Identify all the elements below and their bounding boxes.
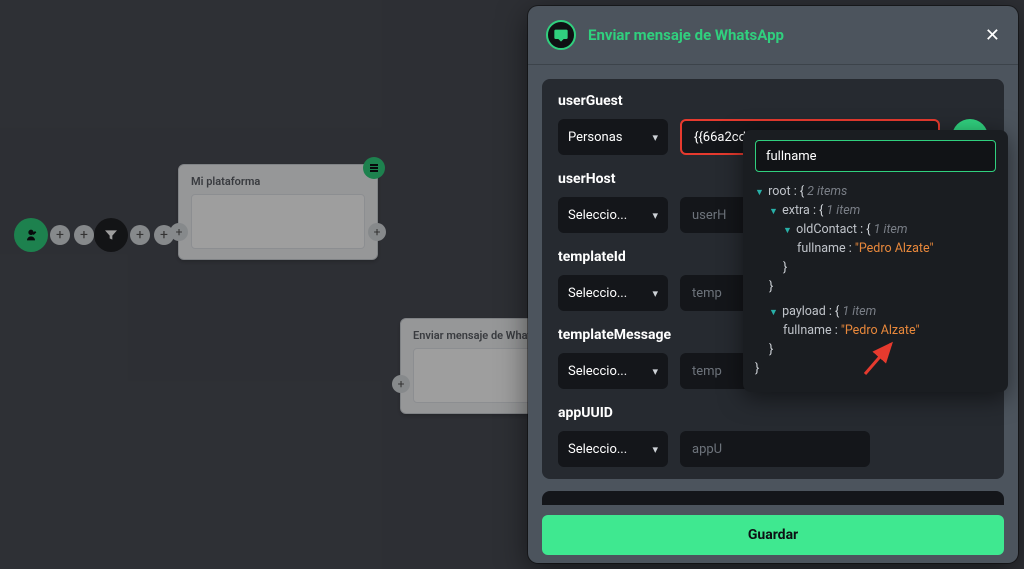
- save-button[interactable]: Guardar: [542, 515, 1004, 555]
- tree-row[interactable]: ▼ extra : { 1 item: [755, 201, 996, 220]
- select-value: Seleccio...: [568, 208, 627, 223]
- node-port-out[interactable]: +: [368, 223, 386, 241]
- select-value: Seleccio...: [568, 286, 627, 301]
- node-badge: [363, 157, 385, 179]
- select-value: Seleccio...: [568, 364, 627, 379]
- select-userguest[interactable]: Personas ▾: [558, 119, 668, 155]
- chevron-down-icon: ▾: [652, 443, 658, 456]
- tree-brace: }: [755, 359, 996, 378]
- node-body: [191, 194, 365, 249]
- select-templatemessage[interactable]: Seleccio... ▾: [558, 353, 668, 389]
- chevron-down-icon: ▾: [652, 209, 658, 222]
- tree-brace: }: [755, 258, 996, 277]
- tree-row[interactable]: ▼ oldContact : { 1 item: [755, 220, 996, 239]
- tree-row[interactable]: ▼ payload : { 1 item: [755, 302, 996, 321]
- add-connector[interactable]: +: [50, 225, 70, 245]
- select-value: Seleccio...: [568, 442, 627, 457]
- label-userguest: userGuest: [558, 93, 988, 109]
- select-appuuid[interactable]: Seleccio... ▾: [558, 431, 668, 467]
- panel-body: userGuest Personas ▾ userHost Seleccio..…: [528, 65, 1018, 505]
- config-panel: Enviar mensaje de WhatsApp ✕ userGuest P…: [528, 6, 1018, 563]
- node-card-platform[interactable]: Mi plataforma + +: [178, 164, 378, 260]
- template-params-block: templateParams +: [542, 491, 1004, 505]
- input-appuuid[interactable]: [680, 431, 870, 467]
- tree-row[interactable]: ▼ root : { 2 items: [755, 182, 996, 201]
- select-userhost[interactable]: Seleccio... ▾: [558, 197, 668, 233]
- node-port-in[interactable]: +: [170, 223, 188, 241]
- chevron-down-icon: ▾: [652, 287, 658, 300]
- filter-node[interactable]: [94, 218, 128, 252]
- chevron-down-icon: ▾: [652, 131, 658, 144]
- panel-header: Enviar mensaje de WhatsApp ✕: [528, 6, 1018, 65]
- node-port-in[interactable]: +: [392, 375, 410, 393]
- close-button[interactable]: ✕: [985, 25, 1000, 46]
- node-title: Mi plataforma: [191, 175, 365, 188]
- variable-picker-popup: ▼ root : { 2 items ▼ extra : { 1 item ▼ …: [743, 130, 1008, 392]
- start-node[interactable]: [14, 218, 48, 252]
- add-connector[interactable]: +: [74, 225, 94, 245]
- panel-title: Enviar mensaje de WhatsApp: [588, 26, 973, 44]
- whatsapp-icon: [546, 20, 576, 50]
- picker-search-input[interactable]: [755, 140, 996, 172]
- add-connector[interactable]: +: [130, 225, 150, 245]
- select-value: Personas: [568, 130, 623, 145]
- tree-brace: }: [755, 277, 996, 296]
- tree-row[interactable]: fullname : "Pedro Alzate": [755, 321, 996, 340]
- tree-brace: }: [755, 340, 996, 359]
- label-appuuid: appUUID: [558, 405, 988, 421]
- select-templateid[interactable]: Seleccio... ▾: [558, 275, 668, 311]
- tree-row[interactable]: fullname : "Pedro Alzate": [755, 239, 996, 258]
- panel-footer: Guardar: [528, 505, 1018, 563]
- chevron-down-icon: ▾: [652, 365, 658, 378]
